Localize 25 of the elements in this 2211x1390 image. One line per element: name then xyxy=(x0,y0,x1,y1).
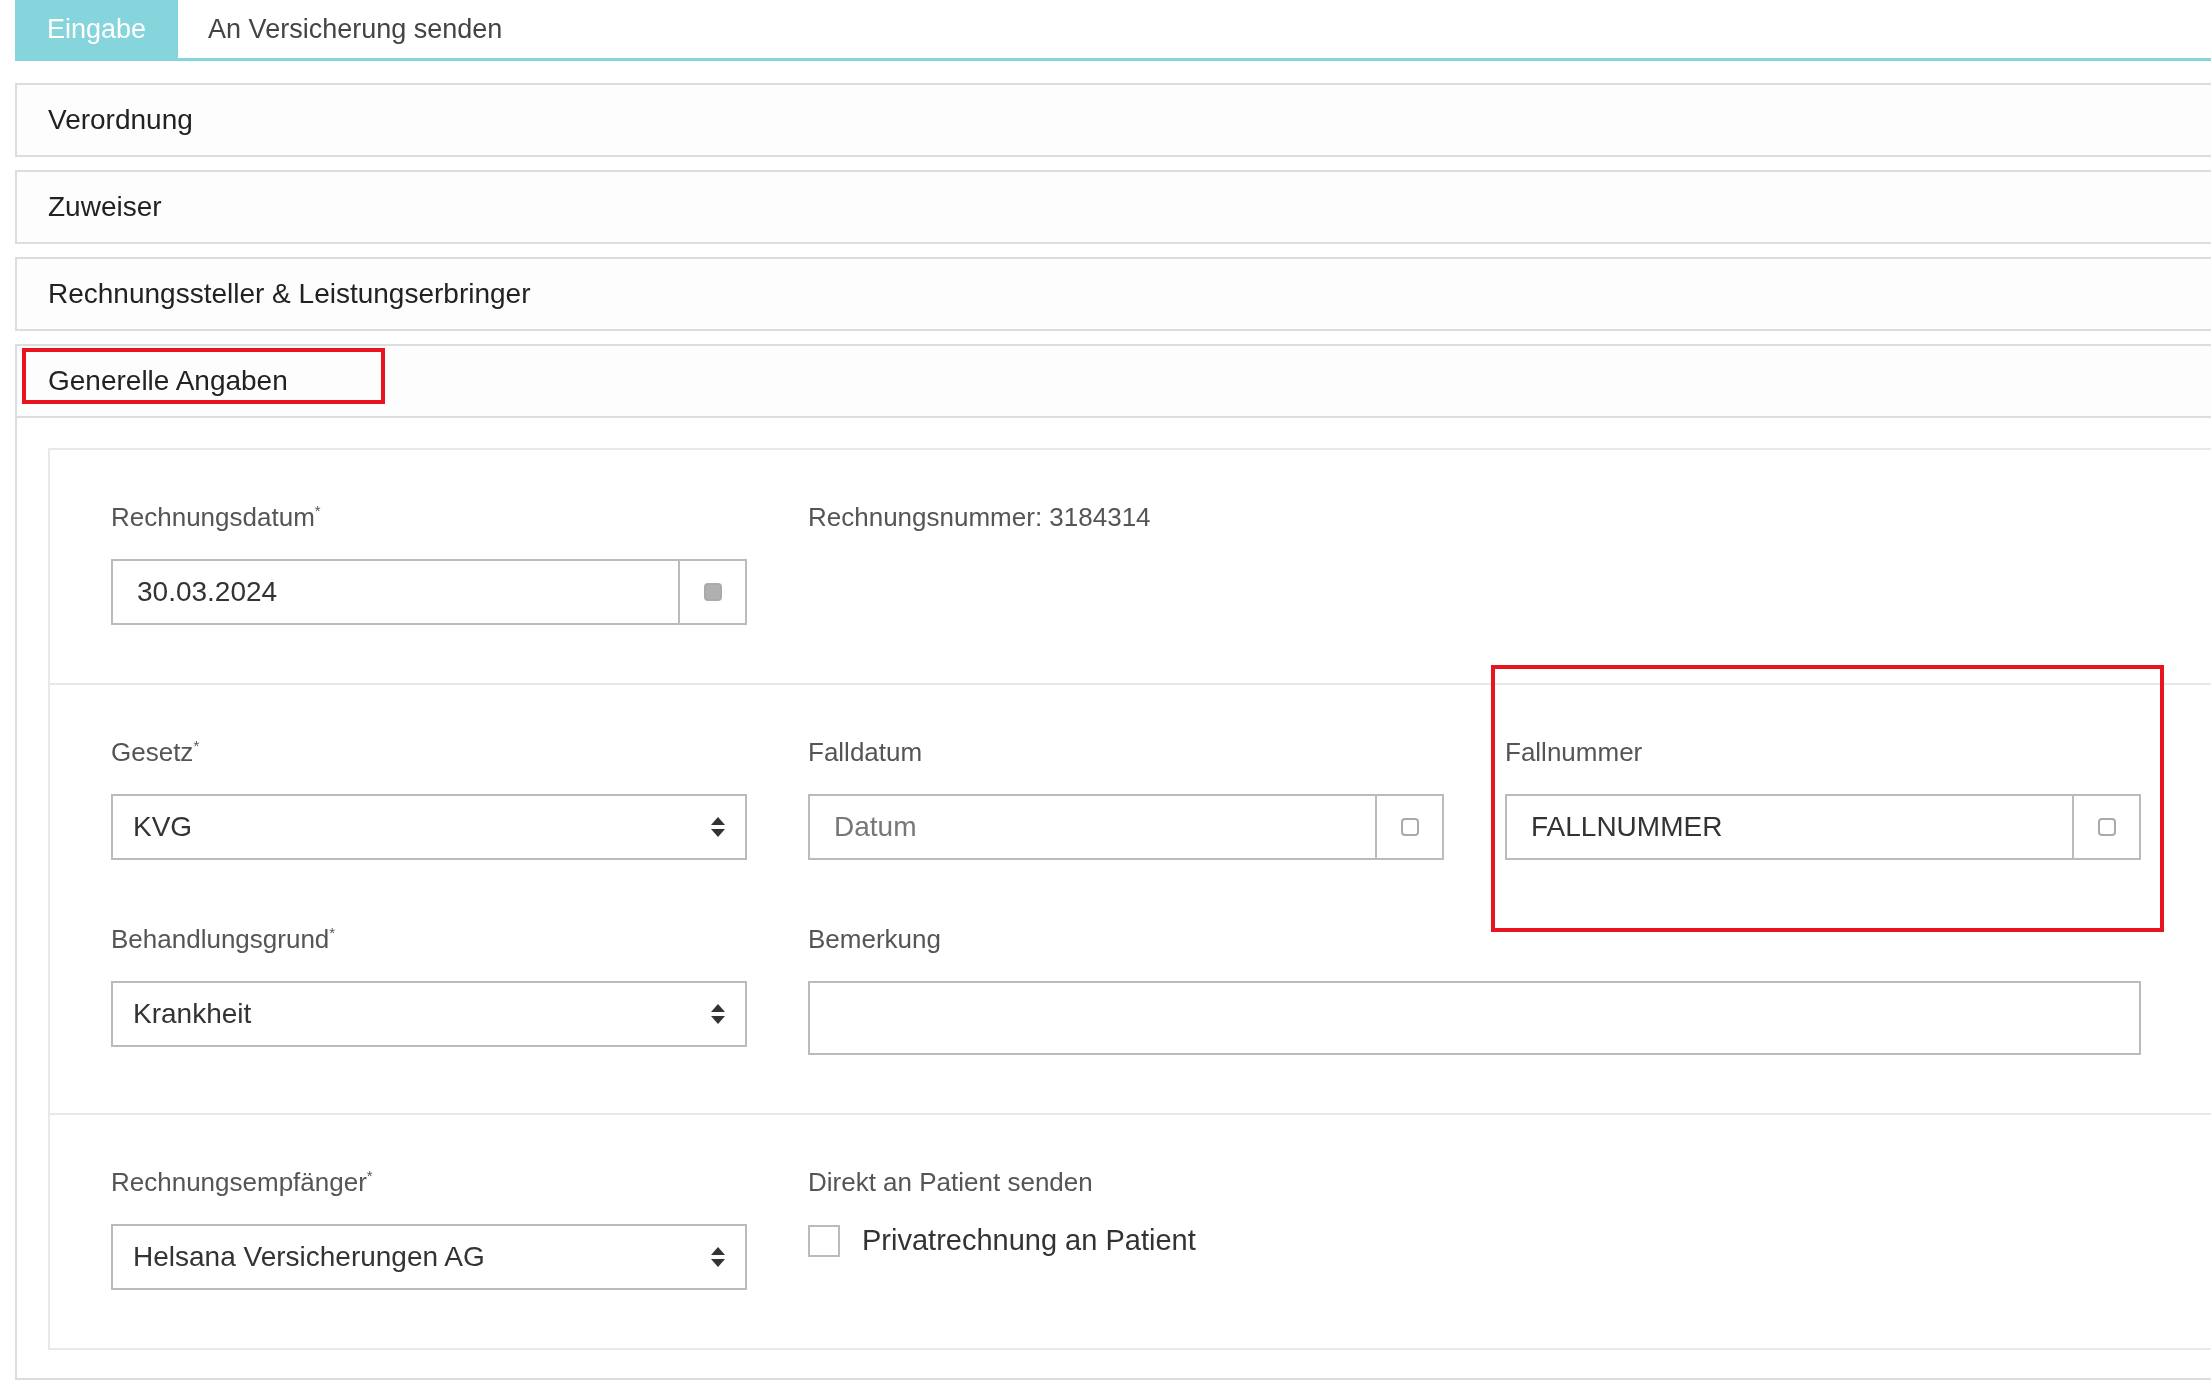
field-label: Falldatum xyxy=(808,737,924,768)
field-label: Fallnummer xyxy=(1505,737,1644,768)
sort-caret-icon xyxy=(711,1004,725,1024)
input-field[interactable]: FALLNUMMER xyxy=(1505,794,2141,860)
sort-caret-icon xyxy=(711,1247,725,1267)
panel-header[interactable]: Generelle Angaben xyxy=(17,365,288,397)
invoice-number: Rechnungsnummer: 3184314 xyxy=(808,502,1152,533)
input-field[interactable]: Datum xyxy=(808,794,1444,860)
tab[interactable]: An Versicherung senden xyxy=(178,0,533,58)
field-label: Bemerkung xyxy=(808,924,942,955)
field-label: Behandlungsgrund$^{*}$ xyxy=(111,924,337,955)
remark-field[interactable] xyxy=(808,981,2141,1055)
panel-header[interactable]: Rechnungssteller & Leistungserbringer xyxy=(17,278,531,310)
select-field[interactable]: Helsana Versicherungen AG xyxy=(111,1224,747,1290)
field-label: Rechnungsempfänger$^{*}$ xyxy=(111,1167,374,1198)
panel-header[interactable]: Zuweiser xyxy=(17,191,162,223)
checkbox[interactable] xyxy=(808,1224,840,1257)
sort-caret-icon xyxy=(711,817,725,837)
field-label: Rechnungsdatum$^{*}$ xyxy=(111,502,322,533)
panel-header[interactable]: Verordnung xyxy=(17,104,193,136)
checkbox-label[interactable]: Privatrechnung an Patient xyxy=(862,1224,1196,1257)
select-field[interactable]: KVG xyxy=(111,794,747,860)
field-label: Gesetz$^{*}$ xyxy=(111,737,201,768)
field-label: Direkt an Patient senden xyxy=(808,1167,1094,1198)
select-field[interactable]: Krankheit xyxy=(111,981,747,1047)
